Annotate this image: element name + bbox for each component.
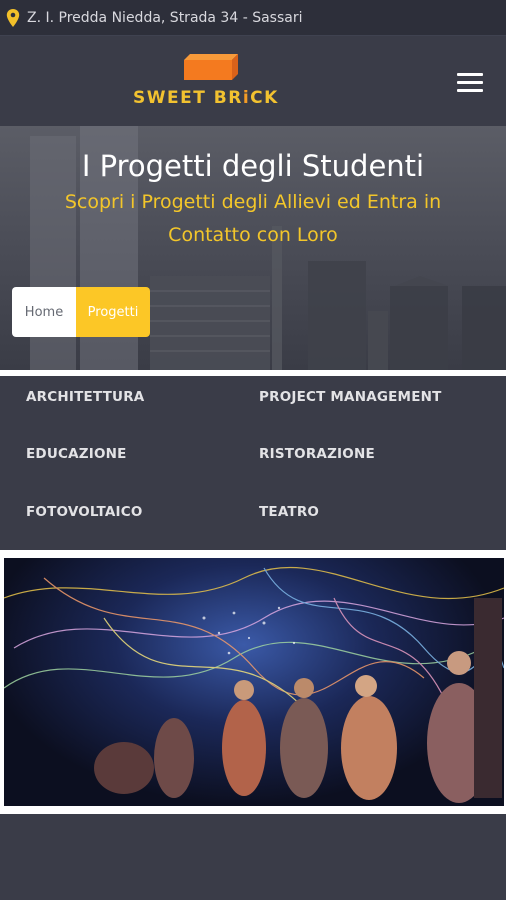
category-fotovoltaico[interactable]: FOTOVOLTAICO (26, 504, 143, 520)
top-info-bar: Z. I. Predda Niedda, Strada 34 - Sassari (0, 0, 506, 36)
breadcrumb-home-link[interactable]: Home (12, 287, 76, 337)
content-panel (0, 814, 506, 900)
page-hero: I Progetti degli Studenti Scopri i Proge… (0, 126, 506, 370)
category-ristorazione[interactable]: RISTORAZIONE (259, 446, 375, 462)
site-logo[interactable]: SWEET BRiCK (130, 54, 280, 110)
page-subtitle: Scopri i Progetti degli Allievi ed Entra… (64, 191, 442, 246)
map-pin-icon (6, 9, 20, 27)
category-architettura[interactable]: ARCHITETTURA (26, 389, 144, 405)
page-title: I Progetti degli Studenti (81, 149, 425, 183)
breadcrumb-current: Progetti (76, 287, 150, 337)
brick-logo-icon (184, 54, 238, 80)
breadcrumb: Home Progetti (12, 287, 150, 337)
category-project-management[interactable]: PROJECT MANAGEMENT (259, 389, 442, 405)
category-menu: ARCHITETTURA PROJECT MANAGEMENT EDUCAZIO… (0, 376, 506, 550)
logo-wordmark: SWEET BRiCK (133, 88, 279, 108)
site-header: SWEET BRiCK (0, 36, 506, 126)
photo-illustration (4, 567, 504, 803)
category-educazione[interactable]: EDUCAZIONE (26, 446, 127, 462)
address-text: Z. I. Predda Niedda, Strada 34 - Sassari (27, 10, 303, 26)
theatre-performance-photo (4, 558, 504, 806)
hamburger-menu-icon[interactable] (457, 73, 483, 93)
category-teatro[interactable]: TEATRO (259, 504, 319, 520)
